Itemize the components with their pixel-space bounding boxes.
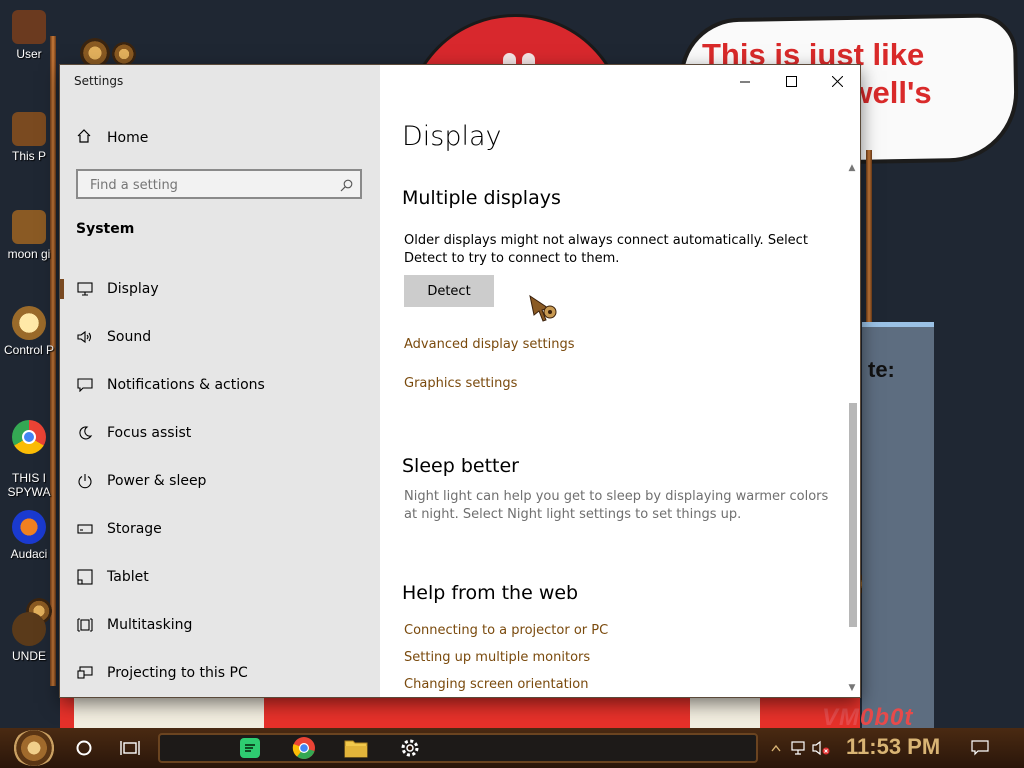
desktop-icon-audacity[interactable]: Audaci — [0, 510, 58, 561]
close-button[interactable] — [814, 65, 860, 97]
advanced-display-settings-link[interactable]: Advanced display settings — [404, 337, 574, 352]
close-icon — [831, 75, 843, 87]
notification-icon — [76, 376, 94, 394]
graphics-settings-link[interactable]: Graphics settings — [404, 376, 517, 391]
desktop-icon-user[interactable]: User — [0, 10, 58, 61]
cortana-search-icon[interactable] — [72, 736, 96, 760]
steampunk-icon — [12, 612, 46, 646]
network-icon[interactable] — [786, 736, 810, 760]
spotify-icon[interactable] — [238, 736, 262, 760]
search-icon[interactable] — [340, 177, 353, 196]
start-button[interactable] — [12, 730, 56, 766]
sidebar-item-notifications[interactable]: Notifications & actions — [60, 363, 380, 407]
storage-icon — [76, 520, 94, 538]
show-hidden-icons-chevron[interactable] — [764, 736, 788, 760]
help-heading: Help from the web — [402, 582, 579, 604]
gear-decoration — [112, 42, 136, 66]
lightbulb-icon — [12, 306, 46, 340]
sidebar-item-label: Focus assist — [107, 425, 192, 441]
sidebar-item-label: Power & sleep — [107, 473, 207, 489]
sidebar-item-focus-assist[interactable]: Focus assist — [60, 411, 380, 455]
settings-content: Display Multiple displays Older displays… — [380, 65, 860, 697]
detect-button[interactable]: Detect — [404, 275, 494, 307]
audacity-icon — [12, 510, 46, 544]
sidebar-item-sound[interactable]: Sound — [60, 315, 380, 359]
scrollbar-thumb[interactable] — [849, 403, 857, 627]
user-folder-icon — [12, 10, 46, 44]
help-link-orientation[interactable]: Changing screen orientation — [404, 677, 588, 692]
task-view-icon[interactable] — [118, 736, 142, 760]
scroll-down-arrow[interactable]: ▼ — [846, 683, 858, 693]
sidebar-item-multitasking[interactable]: Multitasking — [60, 603, 380, 647]
sidebar-item-label: Storage — [107, 521, 162, 537]
home-nav-item[interactable]: Home — [76, 127, 148, 149]
action-center-icon[interactable] — [968, 736, 992, 760]
speaker-icon — [76, 328, 94, 346]
sleep-better-heading: Sleep better — [402, 455, 519, 477]
tablet-icon — [76, 568, 94, 586]
sidebar-item-label: Sound — [107, 329, 152, 345]
sidebar-item-power-sleep[interactable]: Power & sleep — [60, 459, 380, 503]
multiple-displays-description: Older displays might not always connect … — [404, 233, 808, 266]
sidebar-item-projecting[interactable]: Projecting to this PC — [60, 651, 380, 695]
watermark-text: VM0b0t — [822, 704, 914, 728]
home-label: Home — [107, 130, 149, 146]
projector-icon — [76, 664, 94, 682]
multiple-displays-heading: Multiple displays — [402, 187, 561, 209]
sidebar-item-storage[interactable]: Storage — [60, 507, 380, 551]
search-input[interactable] — [88, 175, 332, 195]
home-icon — [76, 128, 92, 148]
help-link-monitors[interactable]: Setting up multiple monitors — [404, 650, 590, 665]
moon-icon — [76, 424, 94, 442]
settings-sidebar: Settings Home System Display Sound — [60, 65, 380, 697]
sidebar-item-label: Display — [107, 281, 159, 297]
taskbar-clock[interactable]: 11:53 PM — [846, 734, 940, 760]
desktop-icon-control-panel[interactable]: Control P — [0, 306, 58, 357]
section-title: System — [76, 221, 135, 237]
sidebar-item-tablet[interactable]: Tablet — [60, 555, 380, 599]
maximize-icon — [785, 75, 797, 87]
settings-window: Settings Home System Display Sound — [60, 65, 860, 697]
sidebar-item-display[interactable]: Display — [60, 267, 380, 311]
mouse-cursor-icon — [528, 294, 560, 328]
wallpaper-strip — [60, 697, 860, 728]
window-title: Settings — [74, 74, 124, 88]
desktop-icon-this-pc[interactable]: This P — [0, 112, 58, 163]
sidebar-item-label: Tablet — [107, 569, 149, 585]
background-window-fragment: te: — [862, 322, 934, 728]
file-explorer-icon[interactable] — [344, 736, 368, 760]
sidebar-item-label: Notifications & actions — [107, 377, 265, 393]
desktop-icon-chrome[interactable]: THIS I SPYWA — [0, 406, 58, 499]
sidebar-item-label: Projecting to this PC — [107, 665, 248, 681]
sidebar-item-label: Multitasking — [107, 617, 193, 633]
computer-icon — [12, 112, 46, 146]
folder-icon — [12, 210, 46, 244]
chrome-icon — [12, 420, 46, 454]
multitasking-icon — [76, 616, 94, 634]
desktop-icon-moon[interactable]: moon gi — [0, 210, 58, 261]
volume-muted-icon[interactable] — [810, 736, 834, 760]
maximize-button[interactable] — [768, 65, 814, 97]
monitor-icon — [76, 280, 94, 298]
sleep-better-description: Night light can help you get to sleep by… — [404, 489, 829, 522]
help-link-projector[interactable]: Connecting to a projector or PC — [404, 623, 608, 638]
chrome-icon[interactable] — [292, 736, 316, 760]
desktop-icon-unde[interactable]: UNDE — [0, 612, 58, 663]
gear-decoration — [80, 38, 110, 68]
page-title: Display — [402, 121, 502, 152]
minimize-icon — [739, 81, 750, 82]
settings-gear-icon[interactable] — [398, 736, 422, 760]
search-box[interactable] — [76, 169, 362, 199]
content-scrollbar[interactable]: ▲ ▼ — [846, 161, 858, 695]
scroll-up-arrow[interactable]: ▲ — [846, 163, 858, 173]
power-icon — [76, 472, 94, 490]
background-window-text: te: — [868, 357, 895, 382]
minimize-button[interactable] — [722, 65, 768, 97]
